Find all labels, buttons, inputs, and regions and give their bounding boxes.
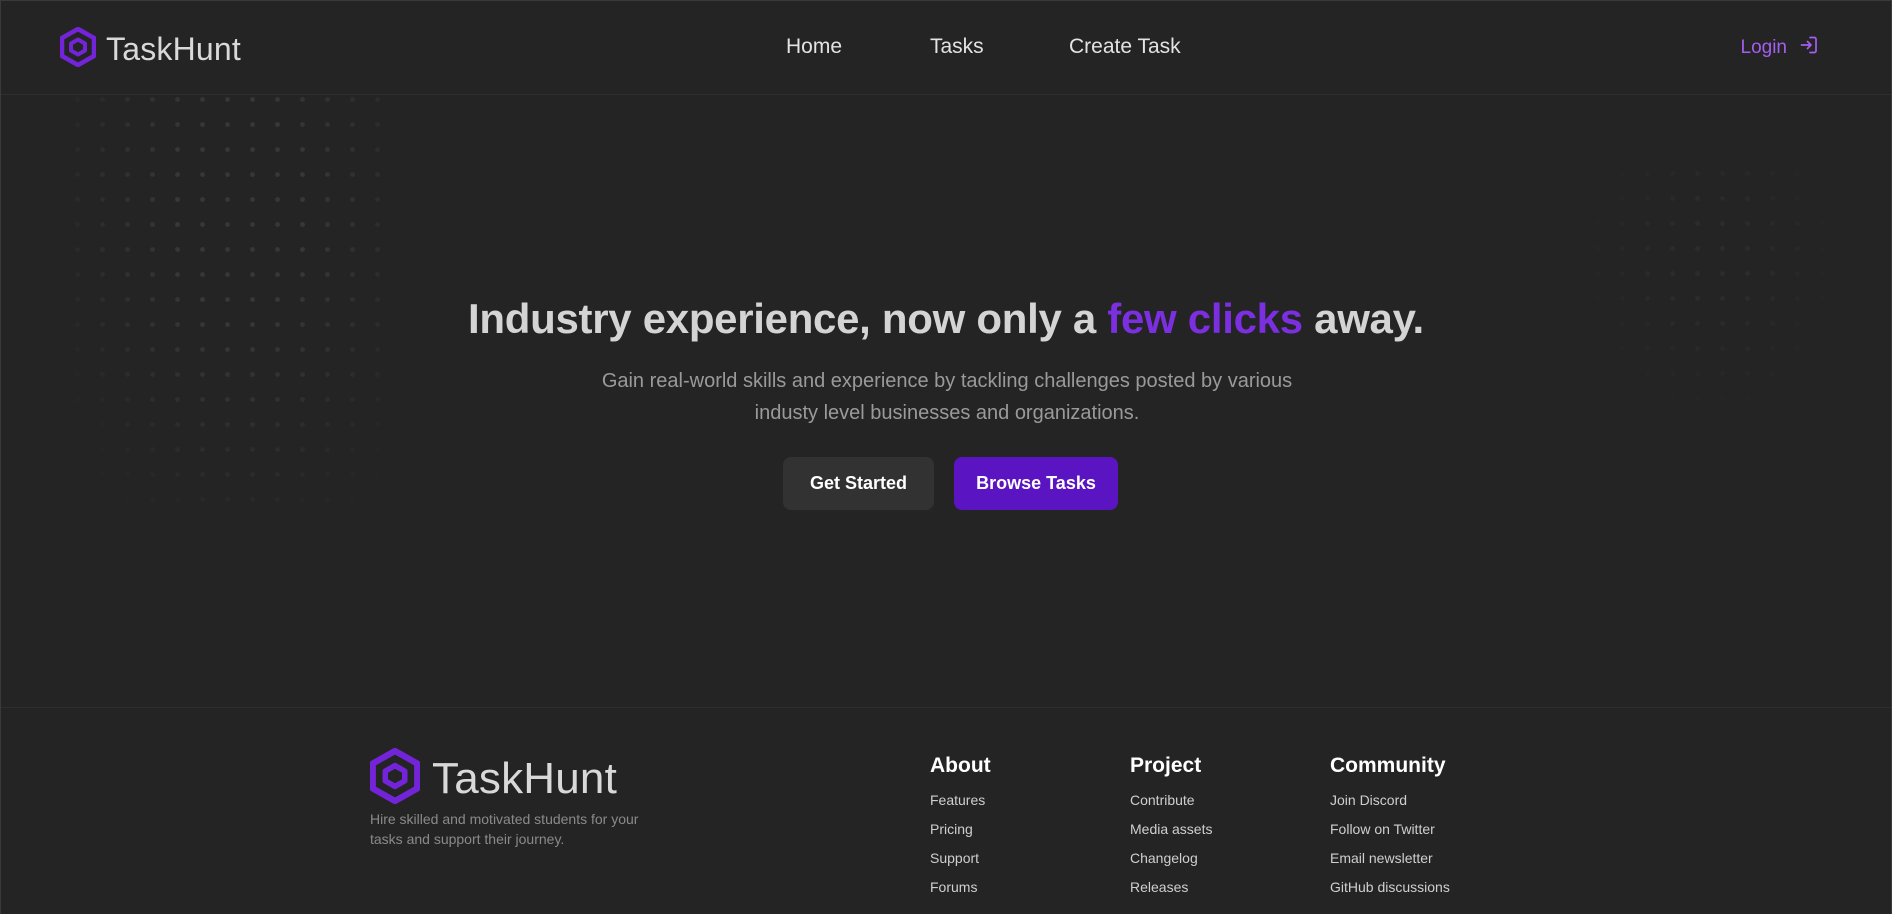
hexagon-logo-icon	[59, 26, 97, 72]
hero-title-accent: few clicks	[1107, 295, 1303, 342]
brand-name: TaskHunt	[106, 31, 241, 67]
footer-tagline: Hire skilled and motivated students for …	[370, 811, 639, 847]
footer-link-forums[interactable]: Forums	[930, 879, 991, 908]
nav-home[interactable]: Home	[786, 35, 842, 59]
footer-brand[interactable]: TaskHunt	[369, 747, 618, 809]
footer-link-support[interactable]: Support	[930, 850, 991, 879]
footer-column-title: Project	[1130, 754, 1202, 777]
footer-link-changelog[interactable]: Changelog	[1130, 850, 1212, 879]
nav-create-task[interactable]: Create Task	[1069, 35, 1181, 59]
page: TaskHunt Home Tasks Create Task Login In…	[0, 0, 1892, 914]
footer-link-contribute[interactable]: Contribute	[1130, 792, 1212, 821]
footer-column-project: Project Contribute Media assets Changelo…	[1130, 754, 1212, 908]
hero-title: Industry experience, now only a few clic…	[1, 295, 1891, 343]
footer: TaskHunt Hire skilled and motivated stud…	[1, 707, 1891, 914]
footer-link-features[interactable]: Features	[930, 792, 991, 821]
hexagon-logo-icon	[369, 747, 421, 809]
footer-link-releases[interactable]: Releases	[1130, 879, 1212, 908]
footer-column-about: About Features Pricing Support Forums	[930, 754, 991, 908]
footer-link-email-newsletter[interactable]: Email newsletter	[1330, 850, 1450, 879]
hero-section: Industry experience, now only a few clic…	[1, 95, 1891, 707]
footer-column-title: About	[930, 754, 991, 777]
login-label: Login	[1740, 37, 1788, 58]
footer-link-follow-twitter[interactable]: Follow on Twitter	[1330, 821, 1450, 850]
top-navbar: TaskHunt Home Tasks Create Task Login	[1, 1, 1891, 95]
footer-link-join-discord[interactable]: Join Discord	[1330, 792, 1450, 821]
footer-link-media-assets[interactable]: Media assets	[1130, 821, 1212, 850]
nav-tasks[interactable]: Tasks	[930, 35, 984, 59]
footer-column-title: Community	[1330, 754, 1446, 777]
footer-brand-name: TaskHunt	[432, 753, 618, 803]
footer-column-community: Community Join Discord Follow on Twitter…	[1330, 754, 1450, 908]
footer-link-pricing[interactable]: Pricing	[930, 821, 991, 850]
hero-title-prefix: Industry experience, now only a	[468, 295, 1108, 342]
hero-title-suffix: away.	[1302, 295, 1424, 342]
get-started-button[interactable]: Get Started	[783, 457, 934, 510]
hero-subtitle: Gain real-world skills and experience by…	[601, 370, 1293, 424]
login-button[interactable]: Login	[1741, 35, 1820, 61]
footer-link-github-discussions[interactable]: GitHub discussions	[1330, 879, 1450, 908]
login-arrow-icon	[1799, 35, 1819, 61]
brand[interactable]: TaskHunt	[59, 26, 241, 72]
browse-tasks-button[interactable]: Browse Tasks	[954, 457, 1118, 510]
